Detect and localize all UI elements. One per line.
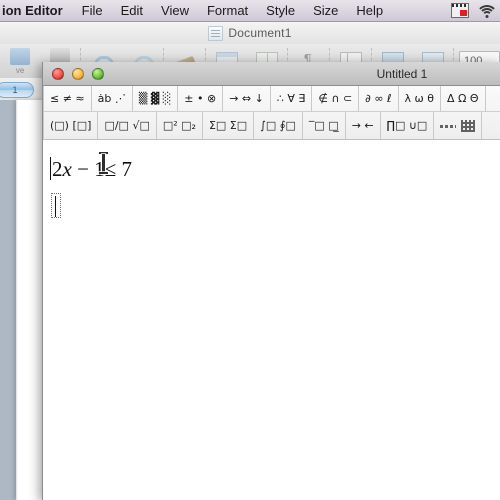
text-caret [50, 157, 51, 180]
embellishments-group[interactable]: ▒ ▓ ░ [133, 86, 179, 111]
arrow-symbols-label: → ⇔ ↓ [229, 92, 264, 105]
greek-lowercase-label: λ ω θ [404, 92, 434, 105]
arrow-symbols-group[interactable]: → ⇔ ↓ [223, 86, 271, 111]
minimize-button[interactable] [72, 67, 84, 80]
screen: Document1 ve Print [0, 0, 500, 500]
symbol-palette-row[interactable]: ≤ ≠ ≈ ȧb ⋰ ▒ ▓ ░ ± • ⊗ → ⇔ ↓ ∴ ∀ ∃ ∉ ∩ ⊂… [43, 86, 500, 111]
logical-symbols-group[interactable]: ∴ ∀ ∃ [271, 86, 313, 111]
greek-lowercase-group[interactable]: λ ω θ [399, 86, 441, 111]
labeled-arrow-templates-group[interactable]: → ← [346, 112, 381, 139]
miscellaneous-symbols-label: ∂ ∞ ℓ [365, 92, 392, 105]
page-edge-shadow [16, 100, 18, 500]
equation-canvas[interactable]: 2x − 1≤ 7 [43, 140, 500, 500]
subscript-superscript-templates-group[interactable]: □² □₂ [157, 112, 203, 139]
window-controls [43, 67, 104, 80]
fence-templates-group[interactable]: (□) [□] [43, 112, 99, 139]
relational-symbols-label: ≤ ≠ ≈ [50, 92, 85, 105]
template-palette-row[interactable]: (□) [□] □/□ √□ □² □₂ Σ□ Σ□ ∫□ ∮□ ‾□ □̲ →… [43, 111, 500, 139]
zoom-button[interactable] [92, 67, 104, 80]
equation-editor-window[interactable]: Untitled 1 ≤ ≠ ≈ ȧb ⋰ ▒ ▓ ░ ± • ⊗ → ⇔ ↓ [42, 62, 500, 500]
save-icon[interactable]: ve [0, 44, 40, 78]
summation-templates-label: Σ□ Σ□ [208, 119, 248, 132]
ruler-page-marker[interactable]: 1 [0, 82, 34, 98]
operator-symbols-label: ± • ⊗ [184, 92, 217, 105]
document-icon [208, 25, 224, 41]
equation-variable: x [62, 157, 72, 181]
spaces-and-dots-label: ȧb ⋰ [97, 92, 126, 105]
background-window-titlebar: Document1 [0, 22, 500, 44]
product-set-templates-label: ∏□ ∪□ [386, 119, 428, 132]
logical-symbols-label: ∴ ∀ ∃ [276, 92, 306, 105]
screen-capture-icon[interactable] [451, 3, 469, 18]
set-theory-symbols-group[interactable]: ∉ ∩ ⊂ [312, 86, 360, 111]
matrix-templates-group[interactable] [434, 112, 483, 139]
equation-right-side: 7 [121, 157, 132, 181]
row-matrix-icon [440, 120, 457, 131]
menu-app-name[interactable]: ion Editor [0, 3, 73, 18]
menu-item-format[interactable]: Format [198, 3, 257, 18]
equation-line[interactable]: 2x − 1≤ 7 [50, 157, 132, 182]
greek-uppercase-group[interactable]: Δ Ω Θ [441, 86, 486, 111]
menu-item-edit[interactable]: Edit [112, 3, 152, 18]
empty-equation-slot[interactable] [51, 193, 61, 218]
equation-minus-operator: − [77, 157, 89, 181]
fraction-radical-templates-label: □/□ √□ [104, 119, 150, 132]
background-document-title: Document1 [228, 26, 292, 40]
miscellaneous-symbols-group[interactable]: ∂ ∞ ℓ [359, 86, 399, 111]
menu-bar: ion Editor File Edit View Format Style S… [0, 0, 500, 22]
equation-editor-title: Untitled 1 [376, 66, 428, 81]
underbar-overbar-templates-label: ‾□ □̲ [308, 119, 339, 132]
equation-editor-titlebar[interactable]: Untitled 1 [43, 62, 500, 86]
fraction-radical-templates-group[interactable]: □/□ √□ [98, 112, 157, 139]
set-theory-symbols-label: ∉ ∩ ⊂ [318, 92, 353, 105]
menu-item-help[interactable]: Help [347, 3, 392, 18]
close-button[interactable] [52, 67, 64, 80]
menu-item-size[interactable]: Size [304, 3, 347, 18]
product-set-templates-group[interactable]: ∏□ ∪□ [381, 112, 435, 139]
equation-constant: 1 [94, 157, 105, 181]
menu-bar-status-area [451, 3, 500, 18]
save-glyph [10, 47, 31, 65]
relational-symbols-group[interactable]: ≤ ≠ ≈ [43, 86, 92, 111]
grid-matrix-icon [461, 119, 476, 132]
menu-item-style[interactable]: Style [257, 3, 304, 18]
spaces-and-dots-group[interactable]: ȧb ⋰ [92, 86, 133, 111]
embellishments-label: ▒ ▓ ░ [138, 92, 172, 105]
greek-uppercase-label: Δ Ω Θ [447, 92, 479, 105]
equation-coefficient: 2 [52, 157, 63, 181]
underbar-overbar-templates-group[interactable]: ‾□ □̲ [303, 112, 346, 139]
summation-templates-group[interactable]: Σ□ Σ□ [203, 112, 255, 139]
integral-templates-label: ∫□ ∮□ [260, 119, 296, 132]
wifi-icon[interactable] [475, 4, 498, 18]
subscript-superscript-templates-label: □² □₂ [162, 119, 196, 132]
integral-templates-group[interactable]: ∫□ ∮□ [254, 112, 303, 139]
labeled-arrow-templates-label: → ← [351, 119, 374, 132]
menu-item-view[interactable]: View [152, 3, 198, 18]
operator-symbols-group[interactable]: ± • ⊗ [178, 86, 224, 111]
equation-relation-operator: ≤ [104, 157, 117, 181]
menu-item-file[interactable]: File [73, 3, 112, 18]
equation-editor-toolbar[interactable]: ≤ ≠ ≈ ȧb ⋰ ▒ ▓ ░ ± • ⊗ → ⇔ ↓ ∴ ∀ ∃ ∉ ∩ ⊂… [43, 86, 500, 140]
save-label: ve [15, 65, 25, 75]
fence-templates-label: (□) [□] [50, 119, 92, 132]
